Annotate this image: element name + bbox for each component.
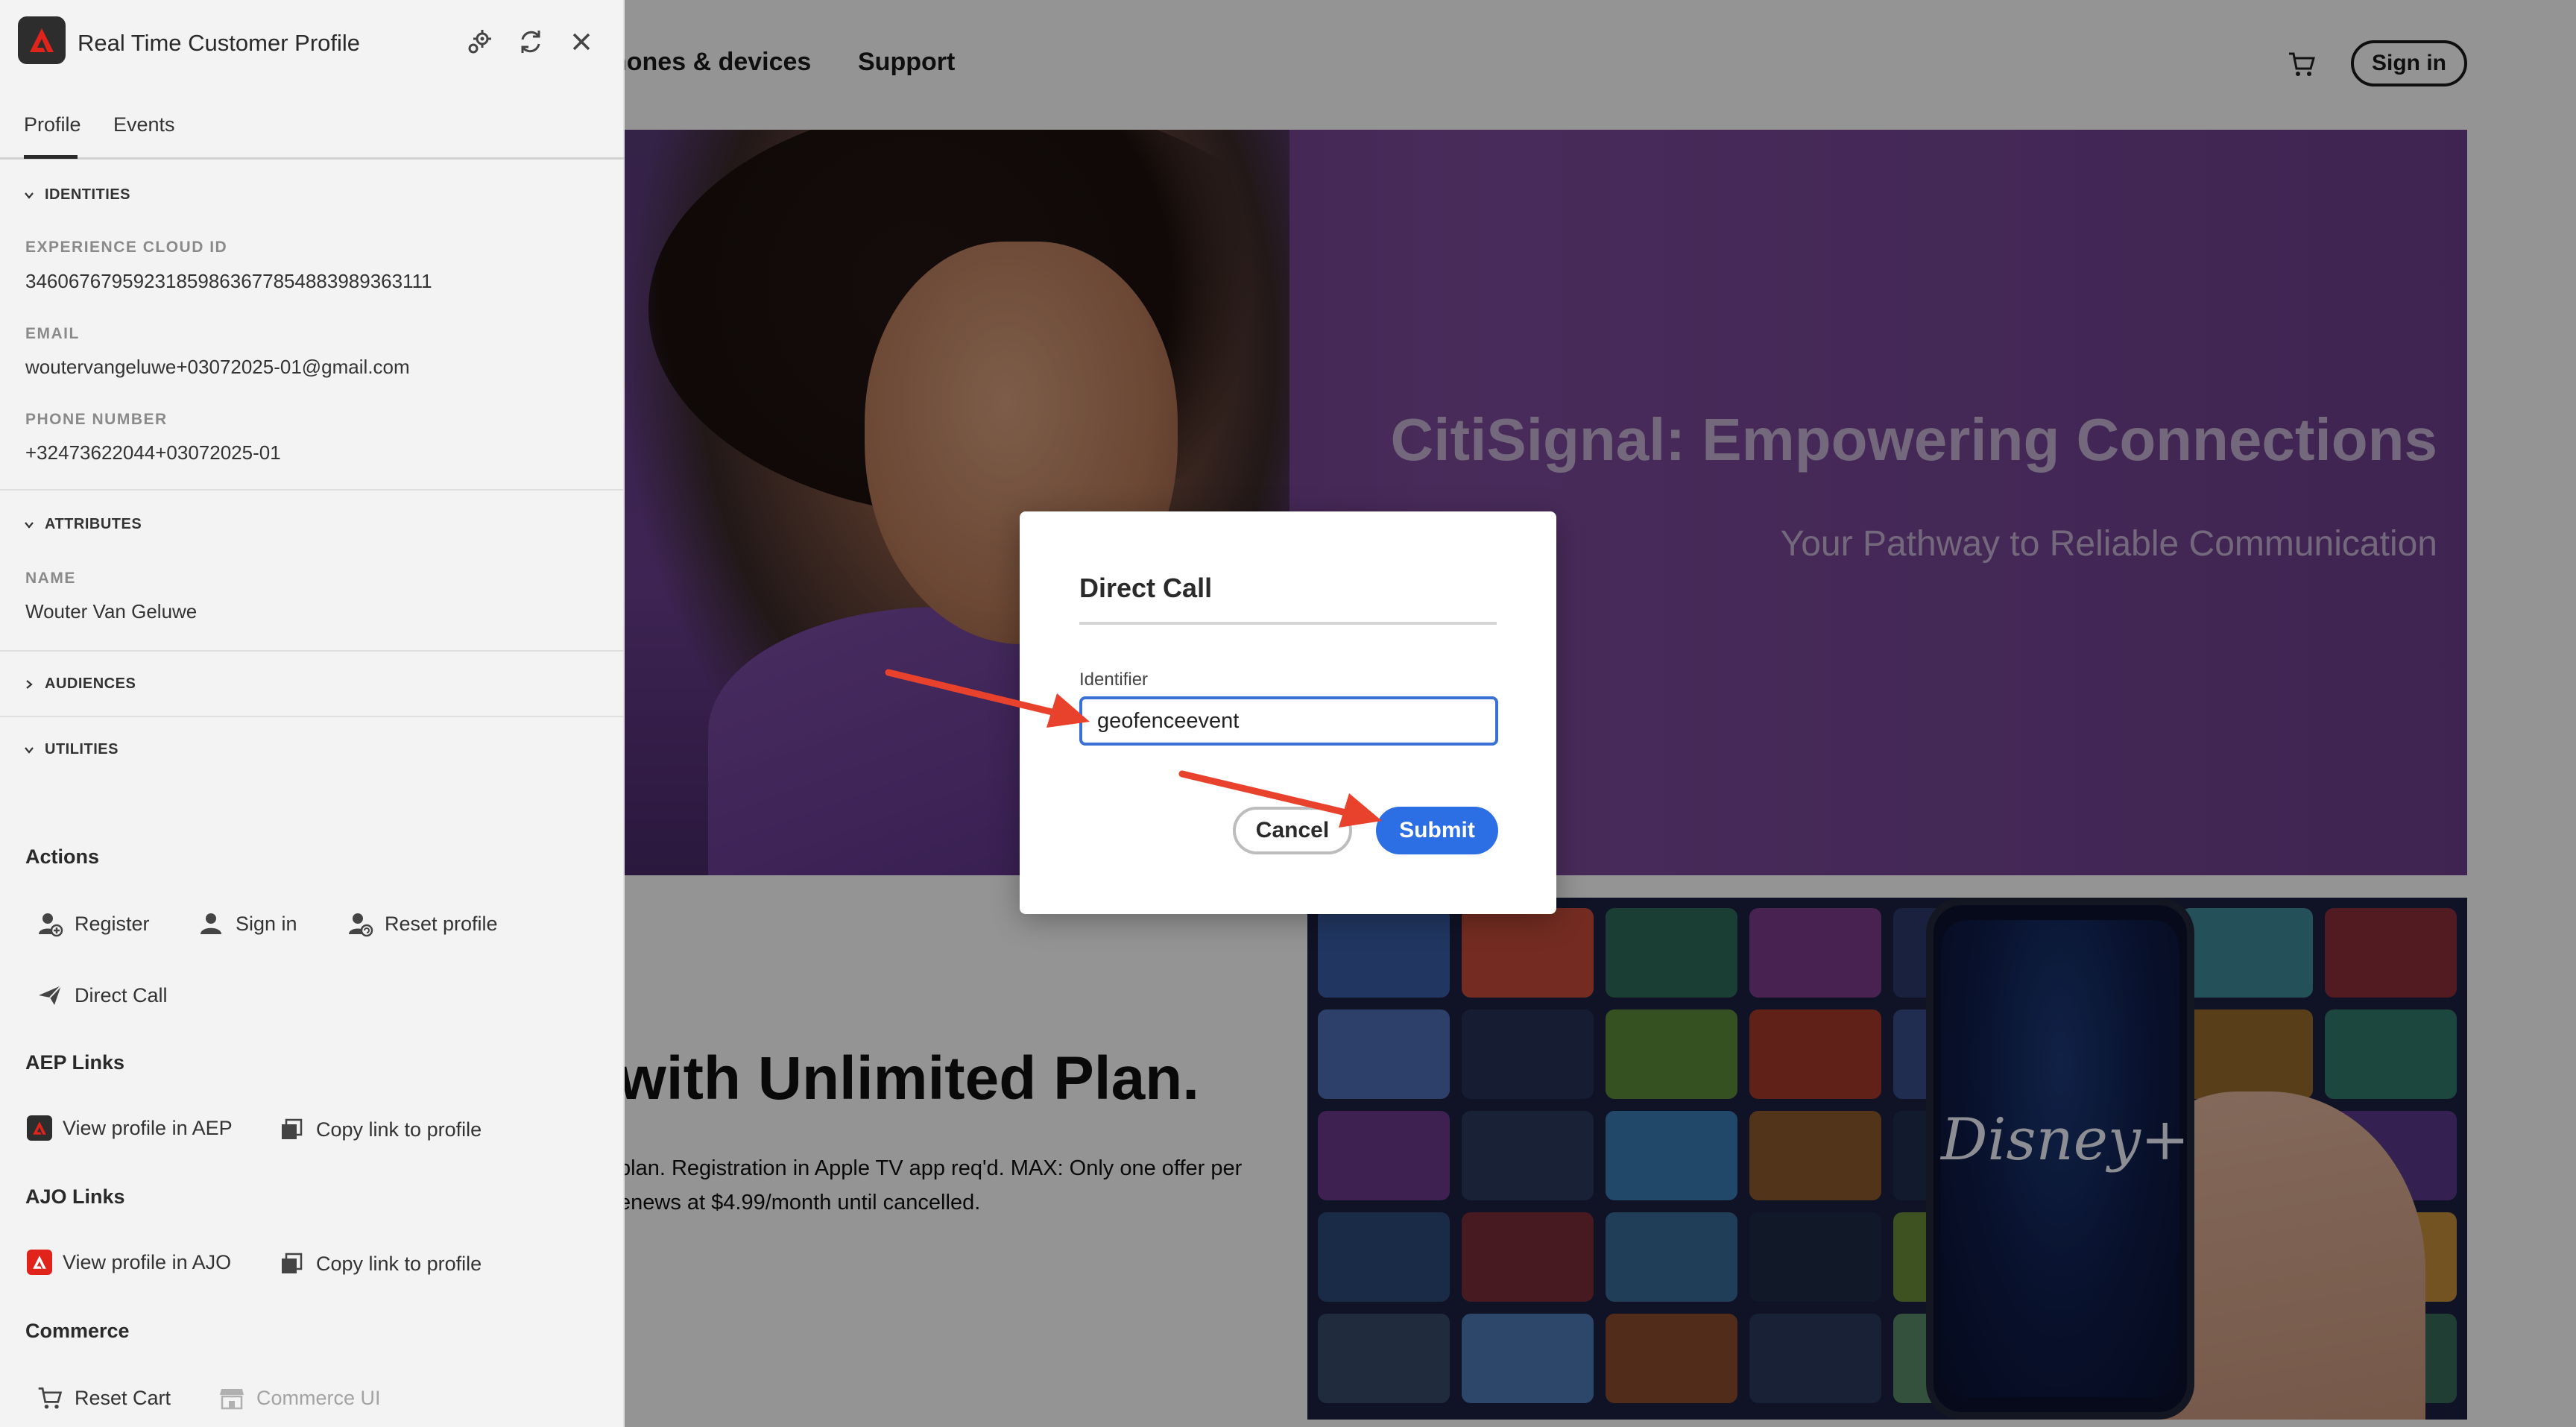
divider [0, 716, 625, 717]
field-label: NAME [25, 570, 76, 587]
section-label: ATTRIBUTES [45, 516, 142, 532]
cancel-button[interactable]: Cancel [1233, 807, 1352, 854]
tab-profile[interactable]: Profile [24, 113, 81, 136]
identifier-label: Identifier [1079, 670, 1149, 690]
submit-button[interactable]: Submit [1376, 807, 1498, 854]
link-label: Copy link to profile [316, 1118, 482, 1141]
panel-title: Real Time Customer Profile [78, 30, 361, 56]
dialog-divider [1079, 622, 1497, 625]
link-label: View profile in AJO [63, 1250, 232, 1273]
email-value: woutervangeluwe+03072025-01@gmail.com [25, 356, 410, 378]
identifier-input[interactable] [1079, 696, 1498, 746]
view-profile-aep-link[interactable]: View profile in AEP [27, 1115, 233, 1141]
section-label: IDENTITIES [45, 186, 131, 203]
refresh-icon[interactable] [516, 27, 546, 57]
phone-value: +32473622044+03072025-01 [25, 441, 281, 464]
aep-links-title: AEP Links [25, 1051, 125, 1074]
dialog-title: Direct Call [1079, 573, 1213, 603]
action-label: Reset Cart [75, 1386, 171, 1409]
send-icon [36, 981, 64, 1009]
chevron-down-icon [25, 746, 34, 754]
tab-events[interactable]: Events [113, 113, 175, 136]
adobe-logo-icon [18, 16, 66, 64]
active-tab-indicator [24, 155, 78, 159]
copy-icon [277, 1115, 306, 1144]
cart-icon [36, 1384, 64, 1412]
settings-icon[interactable] [465, 27, 495, 57]
chevron-right-icon [26, 679, 33, 689]
direct-call-dialog: Direct Call Identifier Cancel Submit [1020, 511, 1556, 914]
chevron-down-icon [25, 192, 34, 199]
action-label: Sign in [236, 912, 297, 935]
section-attributes[interactable]: ATTRIBUTES [24, 516, 142, 533]
direct-call-action[interactable]: Direct Call [36, 981, 168, 1009]
section-label: AUDIENCES [45, 675, 136, 692]
view-profile-ajo-link[interactable]: View profile in AJO [27, 1250, 231, 1275]
commerce-ui-action: Commerce UI [218, 1384, 381, 1412]
copy-link-ajo[interactable]: Copy link to profile [277, 1250, 482, 1278]
field-label: EMAIL [25, 325, 80, 342]
reset-profile-action[interactable]: Reset profile [346, 910, 498, 938]
customer-profile-panel: Real Time Customer Profile Profile Event… [0, 0, 625, 1427]
commerce-title: Commerce [25, 1320, 130, 1342]
copy-link-aep[interactable]: Copy link to profile [277, 1115, 482, 1144]
panel-tabs: Profile Events [0, 104, 625, 160]
field-label: PHONE NUMBER [25, 411, 168, 428]
action-label: Register [75, 912, 150, 935]
adobe-icon [27, 1115, 52, 1141]
link-label: View profile in AEP [63, 1116, 233, 1139]
divider [0, 650, 625, 652]
store-icon [218, 1384, 246, 1412]
section-identities[interactable]: IDENTITIES [24, 186, 130, 204]
user-add-icon [36, 910, 64, 938]
adobe-icon [27, 1250, 52, 1275]
action-label: Reset profile [385, 912, 498, 935]
ajo-links-title: AJO Links [25, 1185, 125, 1208]
field-label: EXPERIENCE CLOUD ID [25, 239, 228, 256]
reset-cart-action[interactable]: Reset Cart [36, 1384, 171, 1412]
copy-icon [277, 1250, 306, 1278]
actions-title: Actions [25, 845, 100, 868]
chevron-down-icon [25, 521, 34, 529]
divider [0, 489, 625, 491]
ecid-value: 34606767959231859863677854883989363111 [25, 270, 432, 292]
section-audiences[interactable]: AUDIENCES [24, 675, 136, 693]
action-label: Commerce UI [256, 1386, 381, 1409]
action-label: Direct Call [75, 983, 168, 1007]
signin-action[interactable]: Sign in [197, 910, 297, 938]
register-action[interactable]: Register [36, 910, 150, 938]
section-label: UTILITIES [45, 741, 119, 757]
section-utilities[interactable]: UTILITIES [24, 741, 119, 758]
user-icon [197, 910, 225, 938]
user-reset-icon [346, 910, 374, 938]
link-label: Copy link to profile [316, 1252, 482, 1275]
close-icon[interactable] [566, 27, 596, 57]
name-value: Wouter Van Geluwe [25, 600, 198, 623]
